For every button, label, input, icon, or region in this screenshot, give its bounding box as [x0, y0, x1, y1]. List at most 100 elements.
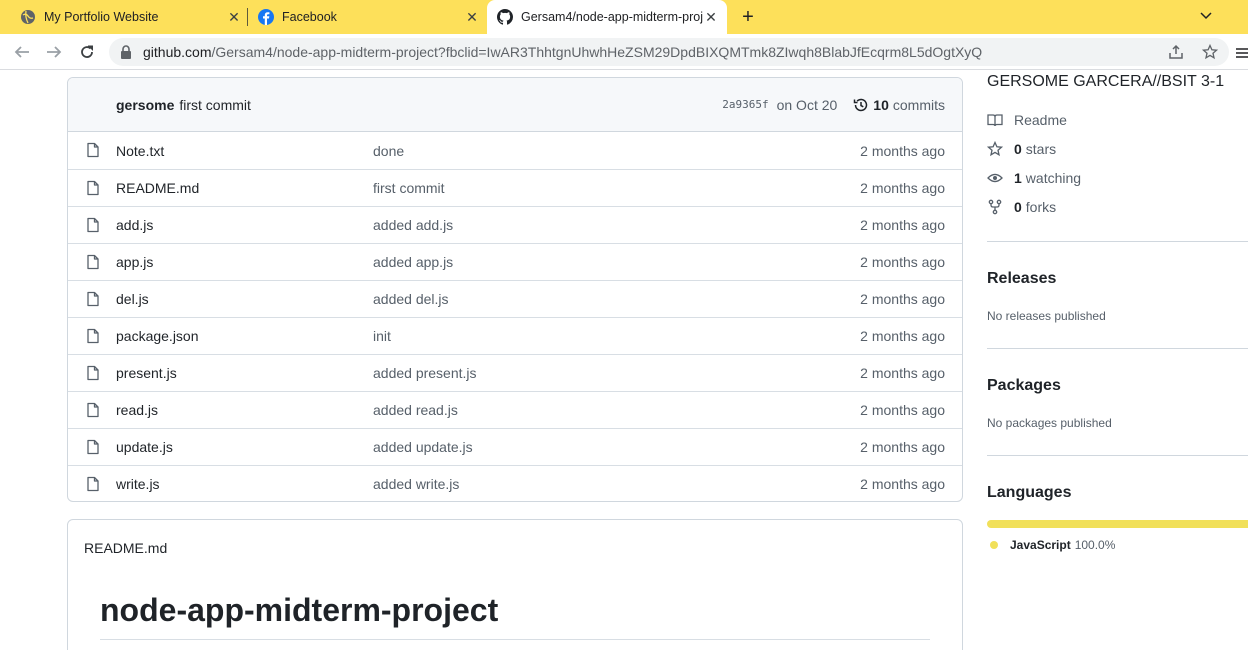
sidebar-divider — [987, 241, 1248, 242]
tab-title: Gersam4/node-app-midterm-project — [521, 10, 703, 24]
releases-heading[interactable]: Releases — [987, 270, 1056, 288]
file-commit-message[interactable]: added update.js — [373, 439, 473, 455]
forks-link[interactable]: 0 forks — [987, 197, 1056, 217]
readme-panel: README.md node-app-midterm-project — [67, 519, 963, 650]
url-host: github.com — [143, 44, 212, 60]
close-tab-icon[interactable]: ✕ — [703, 9, 719, 25]
file-name[interactable]: package.json — [116, 328, 199, 344]
commits-label[interactable]: commits — [893, 97, 945, 113]
file-row[interactable]: del.js added del.js 2 months ago — [68, 280, 962, 317]
language-item[interactable]: JavaScript 100.0% — [990, 538, 1115, 552]
tab-portfolio[interactable]: My Portfolio Website ✕ — [20, 0, 242, 34]
tab-title: Facebook — [282, 10, 337, 24]
close-tab-icon[interactable]: ✕ — [226, 9, 242, 25]
file-commit-message[interactable]: done — [373, 143, 404, 159]
file-age: 2 months ago — [860, 328, 945, 344]
file-name[interactable]: app.js — [116, 254, 153, 270]
file-icon — [85, 291, 101, 307]
tab-facebook[interactable]: Facebook ✕ — [258, 0, 480, 34]
file-name[interactable]: read.js — [116, 402, 158, 418]
file-commit-message[interactable]: added write.js — [373, 476, 459, 492]
forks-count: 0 — [1014, 199, 1022, 215]
file-list: Note.txt done 2 months ago README.md first c… — [68, 132, 962, 501]
file-age: 2 months ago — [860, 254, 945, 270]
file-age: 2 months ago — [860, 180, 945, 196]
language-color-dot — [990, 541, 998, 549]
browser-tab-bar: My Portfolio Website ✕ Facebook ✕ Gersam… — [0, 0, 1248, 34]
file-icon — [85, 254, 101, 270]
chevron-down-icon[interactable] — [1196, 6, 1216, 26]
file-age: 2 months ago — [860, 365, 945, 381]
file-row[interactable]: add.js added add.js 2 months ago — [68, 206, 962, 243]
file-icon — [85, 217, 101, 233]
facebook-icon — [258, 9, 274, 25]
commit-sha[interactable]: 2a9365f — [722, 98, 768, 111]
file-commit-message[interactable]: init — [373, 328, 391, 344]
file-row[interactable]: write.js added write.js 2 months ago — [68, 465, 962, 501]
file-age: 2 months ago — [860, 476, 945, 492]
watching-link[interactable]: 1 watching — [987, 168, 1081, 188]
stars-label: stars — [1025, 141, 1057, 157]
reload-icon[interactable] — [75, 40, 99, 64]
file-name[interactable]: Note.txt — [116, 143, 164, 159]
file-name[interactable]: add.js — [116, 217, 153, 233]
stars-count: 0 — [1014, 141, 1022, 157]
file-age: 2 months ago — [860, 402, 945, 418]
address-bar[interactable]: github.com/Gersam4/node-app-midterm-proj… — [109, 38, 1229, 66]
globe-icon — [20, 9, 36, 25]
file-age: 2 months ago — [860, 291, 945, 307]
back-icon[interactable] — [10, 40, 34, 64]
packages-heading[interactable]: Packages — [987, 377, 1061, 395]
file-icon — [85, 328, 101, 344]
bookmark-star-icon[interactable] — [1201, 43, 1219, 61]
file-name[interactable]: write.js — [116, 476, 160, 492]
browser-toolbar: github.com/Gersam4/node-app-midterm-proj… — [0, 34, 1248, 70]
file-name[interactable]: update.js — [116, 439, 173, 455]
language-name: JavaScript — [1010, 538, 1071, 552]
file-row[interactable]: Note.txt done 2 months ago — [68, 132, 962, 169]
url-path: /Gersam4/node-app-midterm-project?fbclid… — [211, 44, 983, 60]
commit-message[interactable]: first commit — [179, 97, 251, 113]
forward-icon[interactable] — [42, 40, 66, 64]
file-commit-message[interactable]: added app.js — [373, 254, 453, 270]
file-row[interactable]: present.js added present.js 2 months ago — [68, 354, 962, 391]
book-icon — [987, 112, 1003, 128]
commits-count[interactable]: 10 — [873, 97, 889, 113]
file-row[interactable]: package.json init 2 months ago — [68, 317, 962, 354]
file-name[interactable]: del.js — [116, 291, 149, 307]
commit-author[interactable]: gersome — [116, 97, 174, 113]
readme-filename[interactable]: README.md — [84, 540, 167, 556]
file-row[interactable]: README.md first commit 2 months ago — [68, 169, 962, 206]
watching-count: 1 — [1014, 170, 1022, 186]
history-icon[interactable] — [853, 97, 869, 113]
file-commit-message[interactable]: added add.js — [373, 217, 453, 233]
languages-heading: Languages — [987, 484, 1072, 501]
new-tab-icon[interactable]: + — [737, 6, 759, 28]
readme-link[interactable]: Readme — [987, 110, 1067, 130]
menu-icon[interactable] — [1236, 46, 1248, 60]
share-icon[interactable] — [1167, 43, 1185, 61]
file-commit-message[interactable]: first commit — [373, 180, 445, 196]
stars-link[interactable]: 0 stars — [987, 139, 1056, 159]
file-icon — [85, 365, 101, 381]
commit-date[interactable]: on Oct 20 — [777, 97, 838, 113]
latest-commit-bar: gersome first commit 2a9365f on Oct 20 1… — [68, 78, 962, 132]
lock-icon[interactable] — [119, 45, 133, 59]
close-tab-icon[interactable]: ✕ — [464, 9, 480, 25]
file-age: 2 months ago — [860, 142, 945, 159]
packages-note: No packages published — [987, 416, 1112, 430]
file-commit-message[interactable]: added del.js — [373, 291, 449, 307]
file-age: 2 months ago — [860, 217, 945, 233]
file-commit-message[interactable]: added read.js — [373, 402, 458, 418]
fork-icon — [987, 199, 1003, 215]
file-row[interactable]: update.js added update.js 2 months ago — [68, 428, 962, 465]
file-icon — [85, 402, 101, 418]
file-commit-message[interactable]: added present.js — [373, 365, 477, 381]
file-name[interactable]: present.js — [116, 365, 177, 381]
file-row[interactable]: read.js added read.js 2 months ago — [68, 391, 962, 428]
file-row[interactable]: app.js added app.js 2 months ago — [68, 243, 962, 280]
file-name[interactable]: README.md — [116, 180, 199, 196]
address-bar-actions — [1167, 43, 1219, 61]
tab-github-repo[interactable]: Gersam4/node-app-midterm-project ✕ — [487, 0, 727, 34]
file-icon — [85, 439, 101, 455]
